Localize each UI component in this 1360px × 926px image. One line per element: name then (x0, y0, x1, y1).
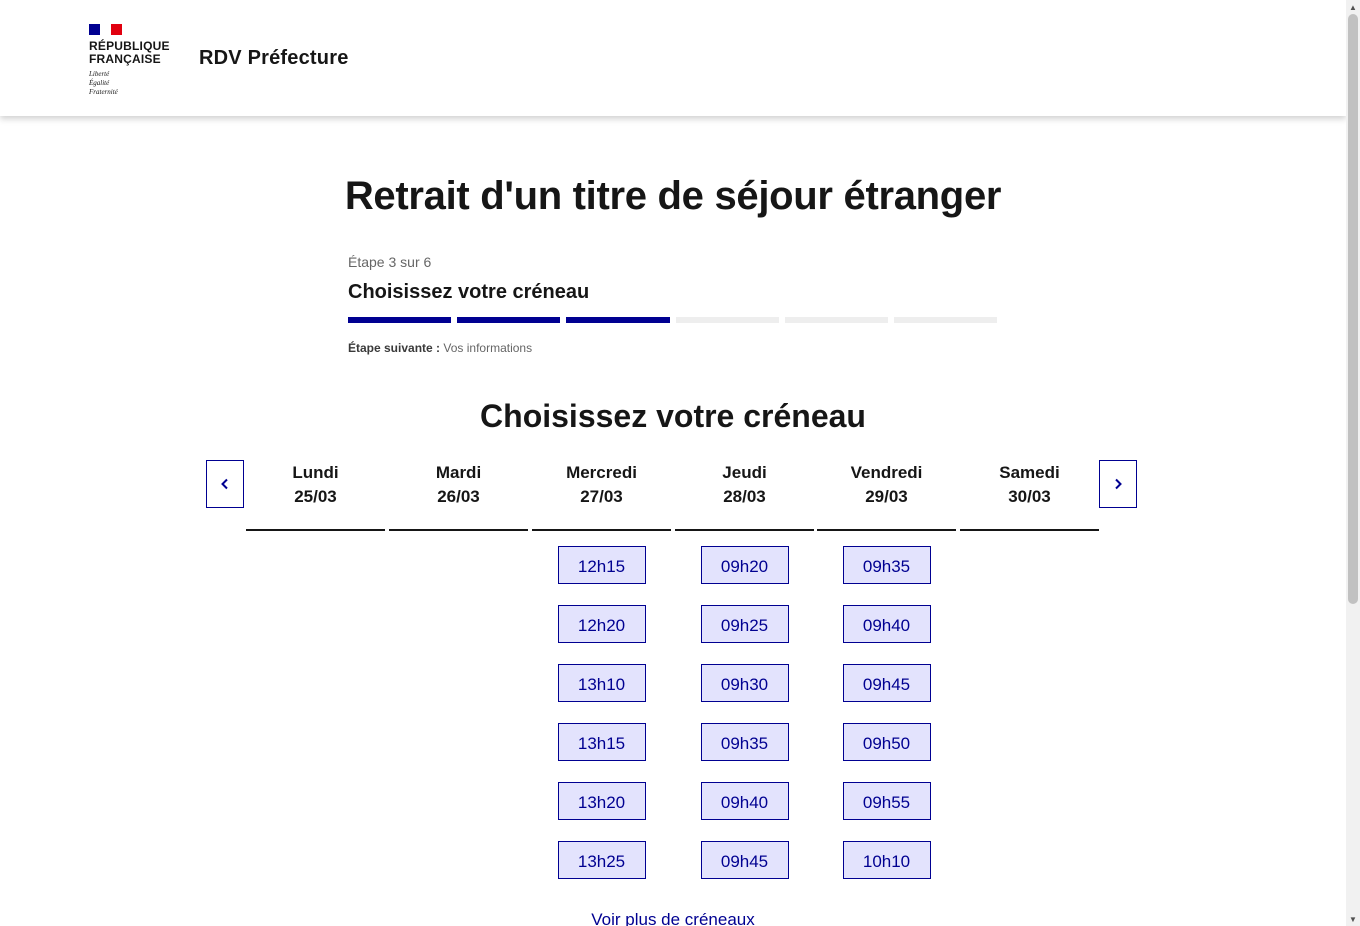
motto-line: Liberté (89, 70, 110, 78)
time-slot-button[interactable]: 09h20 (700, 546, 789, 584)
french-flag-icon (89, 24, 122, 35)
stepper: Étape 3 sur 6 Choisissez votre créneau É… (348, 254, 1008, 355)
time-slot-button[interactable]: 09h45 (700, 841, 789, 879)
time-slot-button[interactable]: 09h50 (842, 723, 931, 761)
day-header: Mercredi 27/03 (532, 461, 671, 531)
day-column: Samedi 30/03 (960, 460, 1099, 546)
next-step-label: Étape suivante : (348, 341, 441, 355)
slots-section-title: Choisissez votre créneau (480, 398, 866, 434)
day-column: Vendredi 29/03 09h35 09h40 09h45 09h50 09h55 10… (817, 460, 956, 900)
time-slot-button[interactable]: 09h40 (842, 605, 931, 643)
next-step: Étape suivante : Vos informations (348, 341, 1008, 355)
slot-list: 12h15 12h20 13h10 13h15 13h20 13h25 (532, 531, 671, 900)
day-name: Jeudi (722, 463, 767, 482)
step-segment (784, 317, 888, 323)
logo-line-2: FRANÇAISE (89, 52, 161, 66)
time-slot-button[interactable]: 12h15 (557, 546, 646, 584)
time-slot-button[interactable]: 09h30 (700, 664, 789, 702)
step-segment (566, 317, 670, 323)
scrollbar-thumb[interactable] (1348, 14, 1358, 604)
day-date: 25/03 (294, 487, 337, 506)
step-segment (348, 317, 452, 323)
vertical-scrollbar[interactable]: ▲ ▼ (1346, 0, 1360, 926)
slot-list (960, 531, 1099, 546)
time-slot-button[interactable]: 09h40 (700, 782, 789, 820)
previous-days-button[interactable] (206, 460, 244, 508)
day-name: Vendredi (850, 463, 923, 482)
time-slot-button[interactable]: 13h20 (557, 782, 646, 820)
day-name: Mercredi (566, 463, 637, 482)
day-date: 27/03 (580, 487, 623, 506)
logo-text: RÉPUBLIQUE FRANÇAISE (89, 40, 179, 66)
time-slot-button[interactable]: 09h55 (842, 782, 931, 820)
page: RÉPUBLIQUE FRANÇAISE Liberté Égalité Fra… (0, 0, 1346, 926)
step-progress-bar (348, 317, 998, 323)
day-date: 26/03 (437, 487, 480, 506)
day-date: 29/03 (865, 487, 908, 506)
day-date: 30/03 (1008, 487, 1051, 506)
step-segment (675, 317, 779, 323)
service-title[interactable]: RDV Préfecture (199, 47, 349, 70)
day-column: Mercredi 27/03 12h15 12h20 13h10 13h15 13h20 13… (532, 460, 671, 900)
day-columns: Lundi 25/03 Mardi 26/03 Mercredi 27/03 12h15 12… (246, 460, 1099, 880)
day-name: Samedi (999, 463, 1060, 482)
time-slot-button[interactable]: 09h25 (700, 605, 789, 643)
chevron-left-icon (221, 478, 228, 490)
time-slot-button[interactable]: 12h20 (557, 605, 646, 643)
step-segment (893, 317, 998, 323)
day-name: Lundi (292, 463, 339, 482)
scroll-down-arrow-icon[interactable]: ▼ (1346, 912, 1360, 926)
scroll-up-arrow-icon[interactable]: ▲ (1346, 0, 1360, 14)
time-slot-button[interactable]: 10h10 (842, 841, 931, 879)
day-column: Mardi 26/03 (389, 460, 528, 546)
time-slot-button[interactable]: 09h45 (842, 664, 931, 702)
next-step-value: Vos informations (443, 341, 533, 355)
slot-list: 09h35 09h40 09h45 09h50 09h55 10h10 (817, 531, 956, 900)
next-days-button[interactable] (1099, 460, 1137, 508)
time-slot-button[interactable]: 13h15 (557, 723, 646, 761)
step-count: Étape 3 sur 6 (348, 254, 432, 270)
time-slot-button[interactable]: 13h25 (557, 841, 646, 879)
motto-line: Fraternité (89, 88, 118, 96)
time-slot-button[interactable]: 09h35 (700, 723, 789, 761)
time-slot-button[interactable]: 13h10 (557, 664, 646, 702)
motto: Liberté Égalité Fraternité (89, 70, 179, 97)
slot-list (389, 531, 528, 546)
step-segment (457, 317, 561, 323)
chevron-right-icon (1115, 478, 1122, 490)
time-slot-button[interactable]: 09h35 (842, 546, 931, 584)
slot-list: 09h20 09h25 09h30 09h35 09h40 09h45 (675, 531, 814, 900)
day-header: Jeudi 28/03 (675, 461, 814, 531)
site-header: RÉPUBLIQUE FRANÇAISE Liberté Égalité Fra… (0, 0, 1346, 116)
day-column: Lundi 25/03 (246, 460, 385, 546)
day-header: Vendredi 29/03 (817, 461, 956, 531)
motto-line: Égalité (89, 79, 110, 87)
day-date: 28/03 (723, 487, 766, 506)
day-name: Mardi (435, 463, 482, 482)
slot-list (246, 531, 385, 546)
page-title: Retrait d'un titre de séjour étranger (344, 174, 1002, 218)
republique-francaise-logo[interactable]: RÉPUBLIQUE FRANÇAISE Liberté Égalité Fra… (89, 24, 179, 97)
step-title: Choisissez votre créneau (348, 281, 590, 303)
more-slots-link[interactable]: Voir plus de créneaux (0, 910, 1346, 926)
day-header: Lundi 25/03 (246, 461, 385, 531)
day-column: Jeudi 28/03 09h20 09h25 09h30 09h35 09h40 09h45 (675, 460, 814, 900)
day-header: Samedi 30/03 (960, 461, 1099, 531)
day-header: Mardi 26/03 (389, 461, 528, 531)
